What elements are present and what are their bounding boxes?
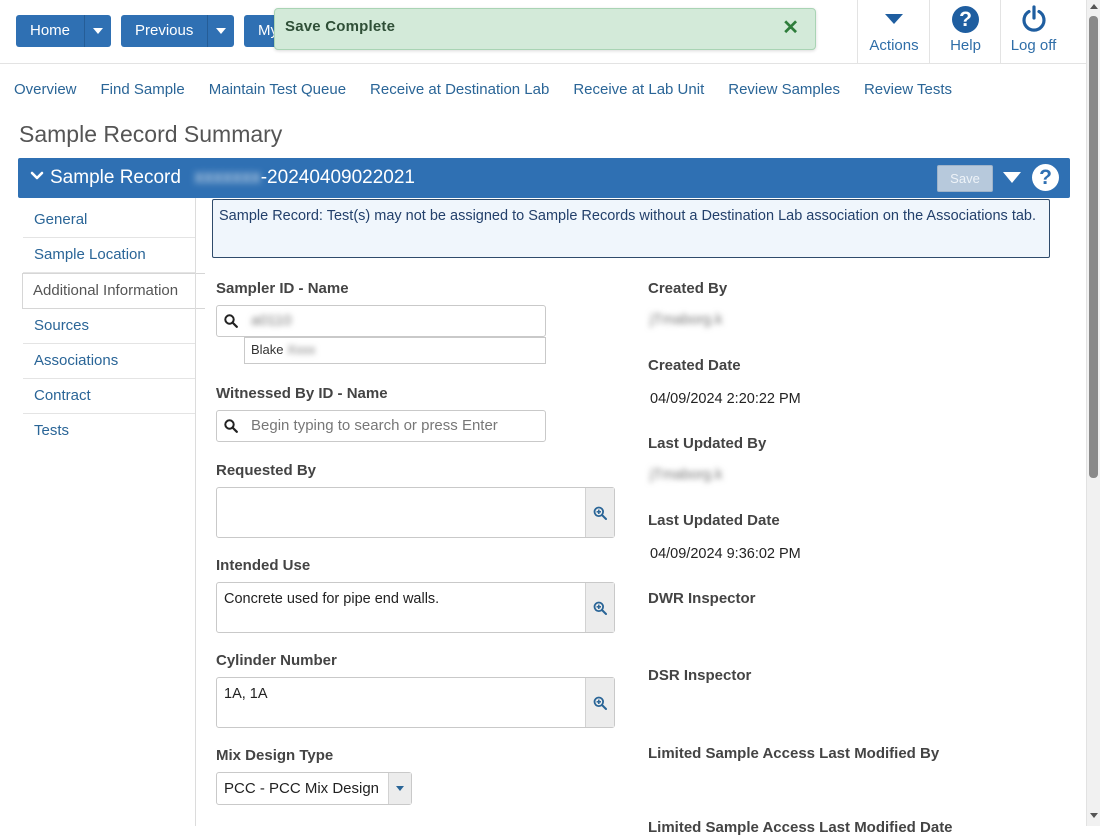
nav-review-tests[interactable]: Review Tests	[864, 81, 952, 98]
record-title: Sample Record xxxxxxx-20240409022021	[50, 167, 415, 189]
question-circle-icon: ?	[952, 5, 979, 33]
zoom-in-icon[interactable]	[585, 583, 614, 632]
tab-associations[interactable]: Associations	[23, 344, 196, 379]
zoom-in-icon[interactable]	[585, 678, 614, 727]
logoff-label: Log off	[1010, 37, 1057, 54]
chevron-down-icon[interactable]	[30, 169, 44, 183]
power-icon	[1021, 5, 1046, 32]
tab-sources[interactable]: Sources	[23, 309, 196, 344]
witnessed-search-input[interactable]: Begin typing to search or press Enter	[216, 410, 546, 442]
mix-design-type-value: PCC - PCC Mix Design	[224, 780, 380, 797]
witnessed-placeholder: Begin typing to search or press Enter	[251, 417, 498, 434]
chevron-down-icon	[93, 28, 104, 34]
nav-find-sample[interactable]: Find Sample	[101, 81, 185, 98]
limited-access-modified-by-label: Limited Sample Access Last Modified By	[648, 745, 940, 762]
scroll-down-icon[interactable]	[1090, 813, 1098, 818]
tab-tests[interactable]: Tests	[23, 414, 196, 448]
mix-design-type-select[interactable]: PCC - PCC Mix Design	[216, 772, 412, 805]
nav-maintain-test-queue[interactable]: Maintain Test Queue	[209, 81, 346, 98]
dwr-inspector-label: DWR Inspector	[648, 590, 756, 607]
sampler-search-input[interactable]: a0110	[216, 305, 546, 337]
record-side-tabs: General Sample Location Additional Infor…	[22, 203, 205, 448]
intended-use-value: Concrete used for pipe end walls.	[224, 591, 440, 607]
toast-message: Save Complete	[285, 18, 396, 35]
limited-access-modified-date-label: Limited Sample Access Last Modified Date	[648, 819, 953, 836]
record-id-suffix: -20240409022021	[260, 167, 415, 188]
cylinder-number-field[interactable]: 1A, 1A	[216, 677, 615, 728]
search-icon	[224, 419, 238, 433]
secondary-nav: Overview Find Sample Maintain Test Queue…	[14, 81, 952, 98]
save-button[interactable]: Save	[937, 165, 993, 192]
created-by-value: jTmaborg.k	[650, 312, 723, 328]
last-updated-date-value: 04/09/2024 9:36:02 PM	[650, 546, 801, 562]
content-divider	[195, 198, 196, 826]
page-scrollbar[interactable]	[1086, 0, 1100, 826]
record-id-redacted: xxxxxxx	[194, 167, 261, 188]
tab-contract[interactable]: Contract	[23, 379, 196, 414]
tab-sample-location[interactable]: Sample Location	[23, 238, 196, 273]
record-header-bar: Sample Record xxxxxxx-20240409022021 Sav…	[18, 158, 1070, 198]
chevron-down-icon	[216, 28, 227, 34]
sampler-id-redacted: a0110	[251, 312, 292, 329]
page-title: Sample Record Summary	[19, 121, 283, 147]
intended-use-field[interactable]: Concrete used for pipe end walls.	[216, 582, 615, 633]
actions-menu-button[interactable]: Actions	[857, 0, 930, 63]
tab-general[interactable]: General	[23, 203, 196, 238]
caret-down-icon	[885, 14, 903, 24]
requested-by-field[interactable]	[216, 487, 615, 538]
search-icon	[224, 314, 238, 328]
created-date-label: Created Date	[648, 357, 741, 374]
record-menu-caret-icon[interactable]	[1003, 172, 1021, 183]
zoom-in-icon[interactable]	[585, 488, 614, 537]
nav-review-samples[interactable]: Review Samples	[728, 81, 840, 98]
sampler-result-redacted: Xxxx	[287, 342, 316, 357]
created-by-label: Created By	[648, 280, 728, 297]
home-dropdown-toggle[interactable]	[85, 15, 112, 47]
nav-receive-lab-unit[interactable]: Receive at Lab Unit	[573, 81, 704, 98]
sampler-label: Sampler ID - Name	[216, 280, 349, 297]
actions-label: Actions	[869, 37, 919, 54]
last-updated-date-label: Last Updated Date	[648, 512, 780, 529]
scrollbar-thumb[interactable]	[1089, 16, 1098, 478]
nav-receive-destination-lab[interactable]: Receive at Destination Lab	[370, 81, 549, 98]
help-label: Help	[950, 37, 981, 54]
witnessed-label: Witnessed By ID - Name	[216, 385, 388, 402]
help-button[interactable]: ? Help	[929, 0, 1001, 63]
previous-dropdown-toggle[interactable]	[208, 15, 235, 47]
previous-split-button[interactable]: Previous	[121, 15, 235, 47]
home-split-button[interactable]: Home	[16, 15, 112, 47]
association-alert: Sample Record: Test(s) may not be assign…	[212, 199, 1050, 258]
record-title-prefix: Sample Record	[50, 167, 181, 188]
last-updated-by-label: Last Updated By	[648, 435, 767, 452]
close-icon[interactable]: ✕	[782, 15, 799, 40]
chevron-down-icon[interactable]	[388, 773, 411, 804]
top-toolbar: Home Previous My Save Complete ✕ Actions…	[0, 0, 1086, 64]
requested-label: Requested By	[216, 462, 317, 479]
record-help-icon[interactable]: ?	[1032, 164, 1059, 191]
intended-use-label: Intended Use	[216, 557, 311, 574]
sampler-result-name: Blake Xxxx	[251, 342, 315, 357]
logoff-button[interactable]: Log off	[1000, 0, 1066, 63]
save-complete-toast: Save Complete ✕	[274, 8, 816, 50]
cylinder-number-label: Cylinder Number	[216, 652, 337, 669]
previous-button[interactable]: Previous	[121, 15, 209, 47]
tab-additional-information[interactable]: Additional Information	[22, 273, 205, 309]
sampler-search-result[interactable]: Blake Xxxx	[244, 337, 546, 364]
dsr-inspector-label: DSR Inspector	[648, 667, 752, 684]
nav-overview[interactable]: Overview	[14, 81, 77, 98]
scroll-up-icon[interactable]	[1090, 4, 1098, 9]
created-date-value: 04/09/2024 2:20:22 PM	[650, 391, 801, 407]
home-button[interactable]: Home	[16, 15, 86, 47]
cylinder-number-value: 1A, 1A	[224, 686, 268, 702]
mix-design-type-label: Mix Design Type	[216, 747, 334, 764]
last-updated-by-value: jTmaborg.k	[650, 467, 723, 483]
sampler-result-first: Blake	[251, 342, 284, 357]
